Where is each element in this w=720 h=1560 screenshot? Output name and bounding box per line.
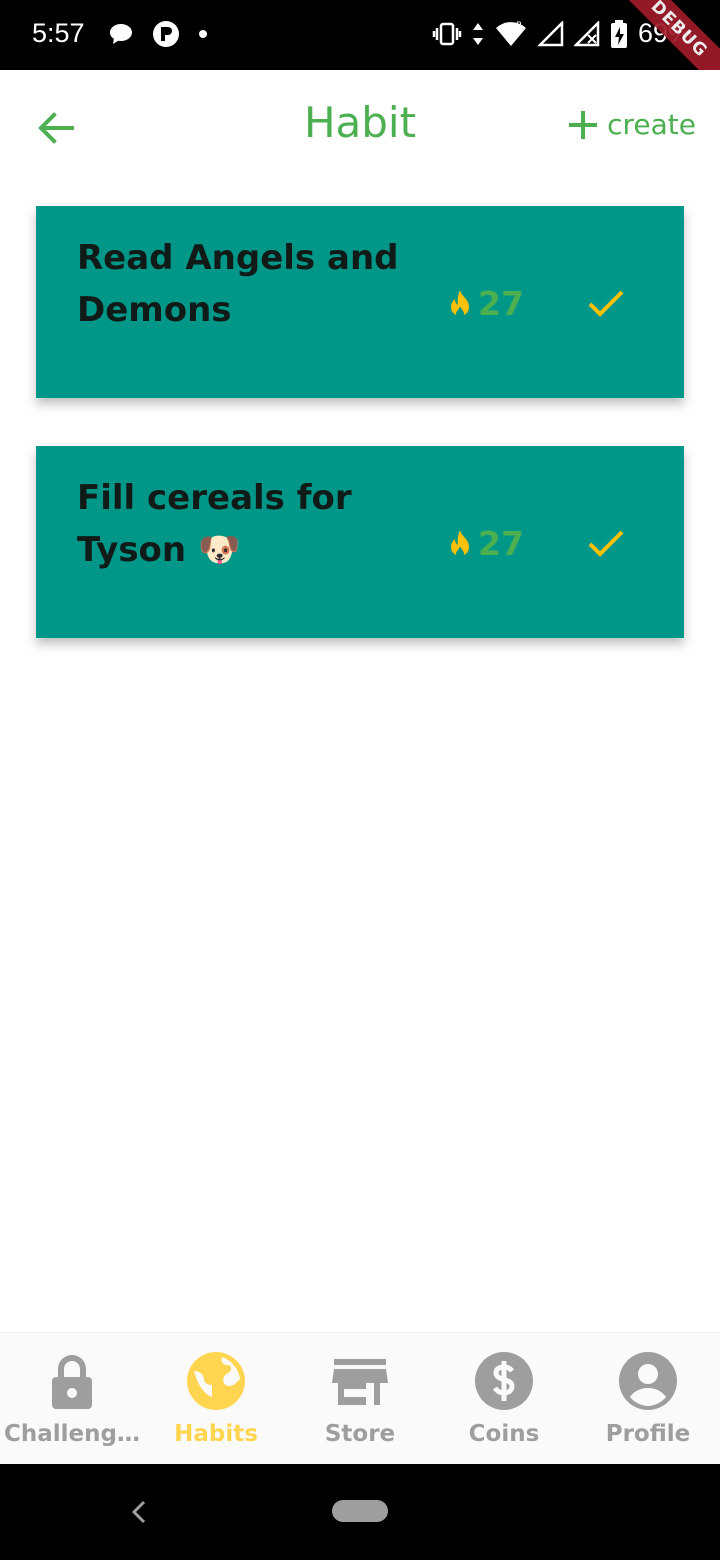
habit-card[interactable]: Read Angels and Demons 27 (36, 206, 684, 398)
dollar-icon (475, 1352, 533, 1410)
nav-item-coins[interactable]: Coins (432, 1333, 576, 1465)
data-arrows-icon (472, 22, 483, 45)
app-p-icon (153, 21, 179, 47)
complete-habit-button[interactable] (586, 284, 626, 324)
notification-icons (108, 20, 208, 48)
create-label: create (607, 108, 696, 141)
flame-icon (451, 529, 469, 558)
app-bar: Habit create (0, 70, 720, 182)
plus-icon (569, 110, 598, 139)
create-button[interactable]: create (567, 108, 696, 141)
system-back-icon[interactable] (128, 1498, 150, 1526)
battery-icon (610, 19, 627, 48)
account-icon (619, 1352, 677, 1410)
nav-label: Challeng… (4, 1421, 140, 1447)
chat-bubble-icon (110, 24, 132, 44)
dot-icon (199, 30, 207, 38)
habit-title: Fill cereals for Tyson 🐶 (77, 478, 352, 570)
store-icon (332, 1359, 388, 1405)
nav-item-profile[interactable]: Profile (576, 1333, 720, 1465)
no-signal-icon (573, 20, 600, 46)
streak-count: 27 (478, 524, 524, 563)
wifi-icon: R (495, 21, 526, 46)
status-time: 5:57 (32, 18, 85, 48)
streak-indicator: 27 (446, 284, 524, 323)
check-icon (588, 530, 624, 557)
home-pill-button[interactable] (332, 1500, 388, 1522)
signal-icon (537, 20, 564, 46)
flame-icon (451, 289, 469, 318)
lock-icon (52, 1355, 92, 1409)
bottom-navigation: Challeng… Habits Store Coins Profile (0, 1332, 720, 1464)
nav-label: Profile (605, 1421, 691, 1447)
nav-label: Coins (468, 1421, 540, 1447)
streak-count: 27 (478, 284, 524, 323)
habit-card[interactable]: Fill cereals for Tyson 🐶 27 (36, 446, 684, 638)
svg-text:R: R (516, 21, 522, 31)
vibrate-icon (432, 22, 462, 45)
globe-icon (187, 1352, 245, 1410)
habit-title: Read Angels and Demons (77, 238, 399, 330)
nav-label: Store (324, 1421, 396, 1447)
nav-item-habits[interactable]: Habits (144, 1333, 288, 1465)
nav-item-store[interactable]: Store (288, 1333, 432, 1465)
status-bar: 5:57 R DEBUG (0, 0, 720, 70)
streak-indicator: 27 (446, 524, 524, 563)
complete-habit-button[interactable] (586, 524, 626, 564)
nav-item-challenges[interactable]: Challeng… (0, 1333, 144, 1465)
nav-label: Habits (174, 1421, 258, 1447)
system-navigation-bar (0, 1464, 720, 1560)
check-icon (588, 290, 624, 317)
